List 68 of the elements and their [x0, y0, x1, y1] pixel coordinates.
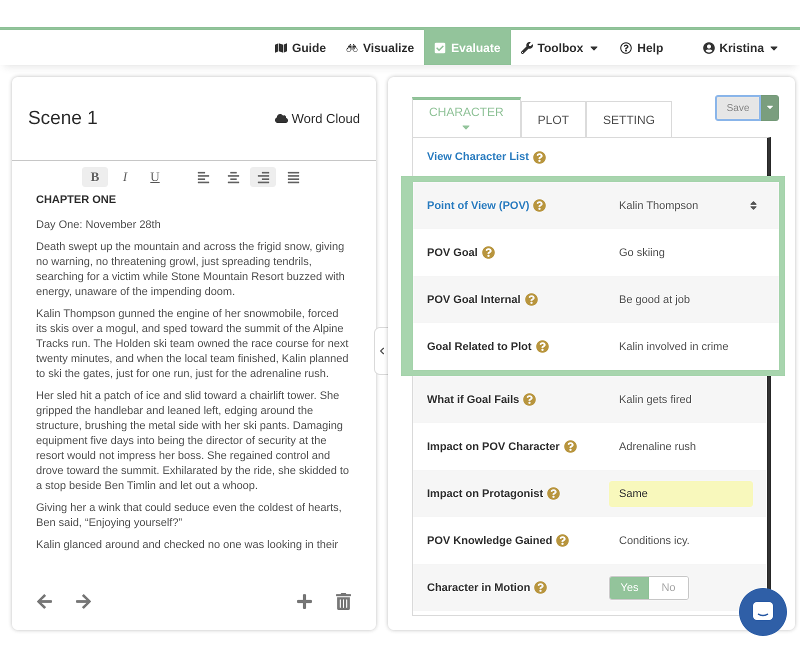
forward-arrow-icon[interactable]	[75, 593, 92, 610]
nav-link[interactable]: Toolbox	[510, 30, 610, 65]
align-justify-icon	[286, 170, 300, 184]
nav-link[interactable]: Visualize	[336, 30, 424, 65]
align-left-icon	[196, 170, 210, 184]
field-value: Be good at job	[618, 294, 690, 306]
field-label: Goal Related to Plot	[427, 340, 532, 352]
trash-icon[interactable]	[335, 593, 352, 610]
paragraph: Giving her a wink that could seduce even the coldest of hearts, Ben said, “Enjoying yourself?”	[36, 501, 343, 531]
field-value: Kalin involved in crime	[618, 340, 728, 352]
scene-title: Scene 1	[28, 108, 98, 130]
help-icon	[533, 199, 546, 212]
field-label: Impact on POV Character	[427, 440, 560, 452]
help-icon	[532, 150, 546, 164]
paragraph: Her sled hit a patch of ice and slid toward a chairlift tower. She gripped the handlebar and leaned left, edging around the structure, brushing the metal side with her ski pants. Damaging equipment five days into being the director of security at the resort would not impress her boss. She regained control and drove toward the summit. Exhilarated by the ride, she skidded to a stop beside Ben Timlin and let out a whoop.	[36, 389, 350, 494]
checkbox-icon	[434, 42, 446, 54]
field-value: Conditions icy.	[618, 534, 690, 546]
sort-icon	[748, 200, 759, 211]
italic-button[interactable]: I	[112, 167, 138, 187]
align-right-icon	[256, 170, 270, 184]
field-value: Kalin gets fired	[618, 394, 692, 406]
paragraph: Kalin Thompson gunned the engine of her snowmobile, forced its skis over a mogul, and sped toward the summit of the Alpine Tracks run. The Holden ski team owned the race course for next twenty minutes, and when the local team finished, Kalin planned to ski the gates, just for one run, just for the adrenaline rush.	[36, 307, 350, 382]
help-icon	[564, 440, 577, 453]
input-field[interactable]: Same	[609, 480, 753, 506]
help-icon	[534, 581, 548, 594]
help-icon	[523, 393, 536, 406]
map-icon	[275, 42, 287, 54]
field-label: POV Goal	[427, 246, 478, 258]
chat-button[interactable]	[739, 588, 787, 636]
select-field[interactable]: Kalin Thompson	[609, 200, 769, 212]
chevron-icon	[378, 347, 386, 355]
wrench-icon	[520, 42, 533, 54]
help-icon	[547, 487, 560, 500]
cloud-icon	[274, 112, 288, 125]
field-label: What if Goal Fails	[427, 394, 520, 406]
field-label: Point of View (POV)	[427, 200, 530, 212]
underline-button[interactable]: U	[142, 167, 168, 187]
field-label: Impact on Protagonist	[427, 488, 544, 500]
tab[interactable]: SETTING	[586, 101, 672, 137]
character-list-link[interactable]: View Character List	[427, 151, 529, 163]
bold-button[interactable]: B	[82, 167, 108, 187]
add-icon[interactable]	[296, 593, 313, 610]
field-label: Character in Motion	[427, 582, 530, 594]
nav-link[interactable]: Help	[610, 30, 674, 65]
help-icon	[536, 340, 549, 353]
field-label: POV Knowledge Gained	[427, 534, 552, 546]
field-value: Go skiing	[618, 246, 665, 258]
nav-link[interactable]: Guide	[265, 30, 336, 65]
avatar-icon	[703, 42, 716, 54]
align-right-button[interactable]	[250, 167, 276, 187]
binoculars-icon	[346, 42, 358, 54]
help-icon	[620, 42, 632, 54]
field-value: Adrenaline rush	[618, 440, 696, 452]
align-center-icon	[226, 170, 240, 184]
chat-bubble-icon	[752, 601, 774, 623]
paragraph: Day One: November 28th	[36, 218, 162, 233]
tab[interactable]: PLOT	[520, 101, 586, 137]
paragraph: Death swept up the mountain and across the frigid snow, giving no warning, no threatening growl, just spreading tendrils, searching for a victim while Stone Mountain Resort buzzed with energy, unaware of the impending doom.	[36, 240, 346, 300]
user-menu[interactable]: Kristina	[703, 30, 780, 65]
word-cloud-link[interactable]: Word Cloud	[274, 111, 360, 126]
save-menu-button[interactable]	[761, 95, 779, 121]
back-arrow-icon[interactable]	[36, 593, 53, 610]
help-icon	[482, 246, 495, 259]
help-icon	[524, 293, 538, 306]
chapter-heading: CHAPTER ONE	[36, 193, 118, 208]
help-icon	[556, 534, 570, 547]
field-label: POV Goal Internal	[427, 294, 521, 306]
paragraph: Kalin glanced around and checked no one was looking in their	[36, 538, 340, 553]
